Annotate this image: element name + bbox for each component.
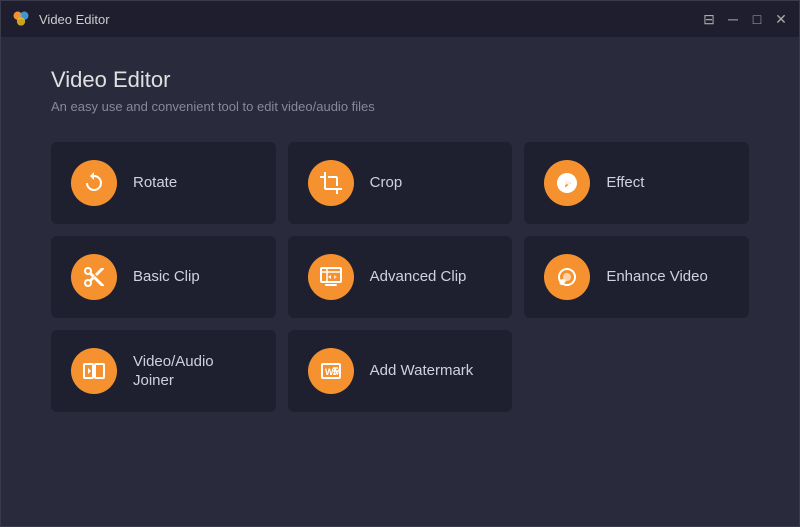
rotate-label: Rotate <box>133 173 177 193</box>
advanced-clip-label: Advanced Clip <box>370 267 467 287</box>
maximize-button[interactable]: □ <box>749 11 765 27</box>
basic-clip-label: Basic Clip <box>133 267 200 287</box>
minimize-button[interactable]: ─ <box>725 11 741 27</box>
main-window: Video Editor ⊟ ─ □ ✕ Video Editor An eas… <box>0 0 800 527</box>
tool-video-audio-joiner[interactable]: Video/Audio Joiner <box>51 330 276 412</box>
tool-effect[interactable]: Effect <box>524 142 749 224</box>
crop-icon <box>319 171 343 195</box>
title-bar: Video Editor ⊟ ─ □ ✕ <box>1 1 799 37</box>
content-area: Video Editor An easy use and convenient … <box>1 37 799 526</box>
page-title: Video Editor <box>51 67 749 93</box>
advanced-clip-icon <box>319 265 343 289</box>
enhance-icon-circle <box>544 254 590 300</box>
watermark-icon-circle: WM <box>308 348 354 394</box>
tool-basic-clip[interactable]: Basic Clip <box>51 236 276 318</box>
page-subtitle: An easy use and convenient tool to edit … <box>51 99 749 114</box>
crop-icon-circle <box>308 160 354 206</box>
restore-button[interactable]: ⊟ <box>701 11 717 27</box>
tool-add-watermark[interactable]: WM Add Watermark <box>288 330 513 412</box>
enhance-icon <box>555 265 579 289</box>
joiner-icon-circle <box>71 348 117 394</box>
watermark-icon: WM <box>319 359 343 383</box>
video-audio-joiner-label: Video/Audio Joiner <box>133 352 214 391</box>
tool-advanced-clip[interactable]: Advanced Clip <box>288 236 513 318</box>
effect-icon-circle <box>544 160 590 206</box>
crop-label: Crop <box>370 173 403 193</box>
tool-enhance-video[interactable]: Enhance Video <box>524 236 749 318</box>
tool-crop[interactable]: Crop <box>288 142 513 224</box>
effect-label: Effect <box>606 173 644 193</box>
tool-rotate[interactable]: Rotate <box>51 142 276 224</box>
window-title: Video Editor <box>39 12 701 27</box>
enhance-video-label: Enhance Video <box>606 267 707 287</box>
joiner-icon <box>82 359 106 383</box>
window-controls: ⊟ ─ □ ✕ <box>701 11 789 27</box>
basic-clip-icon-circle <box>71 254 117 300</box>
close-button[interactable]: ✕ <box>773 11 789 27</box>
advanced-clip-icon-circle <box>308 254 354 300</box>
scissors-icon <box>82 265 106 289</box>
tools-grid: Rotate Crop <box>51 142 749 412</box>
app-logo <box>11 9 31 29</box>
rotate-icon-circle <box>71 160 117 206</box>
rotate-icon <box>82 171 106 195</box>
add-watermark-label: Add Watermark <box>370 361 474 381</box>
effect-icon <box>555 171 579 195</box>
